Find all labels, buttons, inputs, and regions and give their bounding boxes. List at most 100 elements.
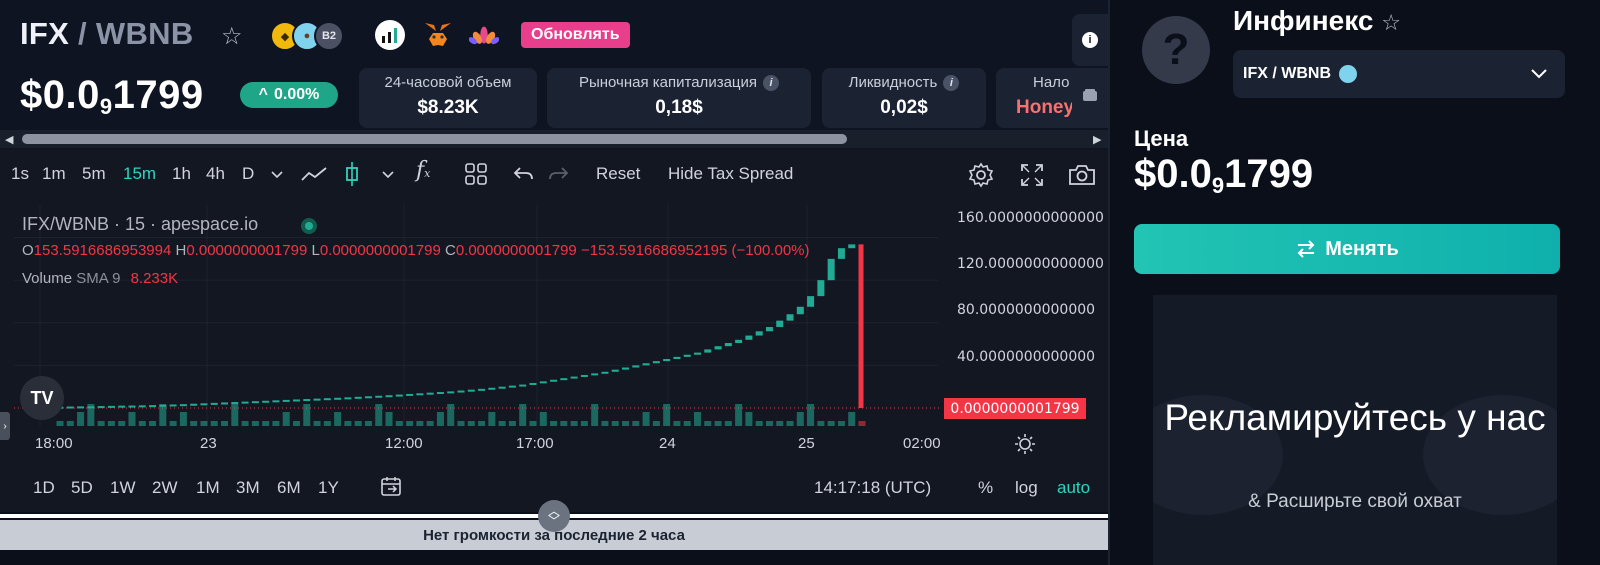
- volume-bar: [344, 421, 352, 426]
- camera-icon[interactable]: [1068, 163, 1096, 187]
- info-icon[interactable]: i: [763, 74, 780, 91]
- candle: [138, 405, 146, 408]
- range-1d[interactable]: 1D: [33, 478, 55, 498]
- auto-scale-toggle[interactable]: auto: [1057, 478, 1090, 498]
- volume-bar: [107, 421, 115, 426]
- volume-bar: [807, 404, 815, 426]
- line-chart-icon[interactable]: [300, 164, 328, 184]
- volume-bar: [128, 412, 136, 426]
- tradingview-logo-icon[interactable]: TV: [20, 376, 64, 420]
- log-scale-toggle[interactable]: log: [1015, 478, 1038, 498]
- chevron-down-icon[interactable]: [381, 169, 395, 179]
- sun-theme-icon[interactable]: [1014, 433, 1036, 455]
- settings-gear-icon[interactable]: [968, 162, 994, 188]
- wallet-panel-button[interactable]: [1072, 70, 1108, 120]
- interval-1h[interactable]: 1h: [172, 164, 191, 184]
- verified-chart-icon[interactable]: [375, 20, 405, 50]
- scroll-right-icon[interactable]: ▶: [1093, 133, 1101, 146]
- candle: [539, 381, 547, 384]
- volume-bar: [622, 421, 630, 426]
- swap-button[interactable]: Менять: [1134, 224, 1560, 274]
- interval-5m[interactable]: 5m: [82, 164, 106, 184]
- volume-bar: [282, 412, 290, 426]
- candle: [786, 314, 794, 321]
- volume-bar: [817, 421, 825, 426]
- favorite-star-icon[interactable]: ☆: [221, 22, 243, 51]
- percent-scale-toggle[interactable]: %: [978, 478, 993, 498]
- volume-bar: [87, 404, 95, 426]
- redo-icon[interactable]: [548, 164, 570, 184]
- fullscreen-icon[interactable]: [1020, 163, 1044, 187]
- pair-select-dropdown[interactable]: IFX / WBNB: [1233, 50, 1565, 98]
- interval-d[interactable]: D: [242, 164, 254, 184]
- go-to-date-icon[interactable]: [380, 476, 404, 498]
- reset-button[interactable]: Reset: [596, 164, 640, 184]
- info-panel-button[interactable]: i: [1072, 14, 1108, 66]
- candle: [200, 403, 208, 406]
- info-icon[interactable]: i: [943, 74, 960, 91]
- volume-bar: [66, 421, 74, 426]
- tradingview-chart[interactable]: 1s 1m 5m 15m 1h 4h D fx Reset Hide Tax S…: [0, 150, 1108, 512]
- candlestick-icon[interactable]: [342, 160, 362, 188]
- chart-section: IFX / WBNB ☆ ◆ ● B2 Обновлять $0.091799 …: [0, 0, 1108, 565]
- scrollbar-thumb[interactable]: [22, 134, 847, 144]
- expand-collapse-icon[interactable]: ︿ ﹀: [538, 500, 570, 532]
- x-tick: 23: [200, 435, 217, 452]
- range-3m[interactable]: 3M: [236, 478, 260, 498]
- candle: [272, 400, 280, 403]
- token-avatar: ?: [1142, 16, 1210, 84]
- candle: [107, 405, 115, 408]
- scroll-left-icon[interactable]: ◀: [5, 133, 13, 146]
- stat-liquidity: Ликвидность i 0,02$: [822, 68, 986, 128]
- range-1y[interactable]: 1Y: [318, 478, 339, 498]
- chevron-down-icon[interactable]: [270, 169, 284, 179]
- volume-bar: [303, 404, 311, 426]
- volume-bar: [231, 404, 239, 426]
- info-icon: i: [1082, 32, 1098, 48]
- x-tick: 17:00: [516, 435, 554, 452]
- b2-badge: B2: [314, 21, 344, 51]
- stat-market-cap: Рыночная капитализация i 0,18$: [547, 68, 811, 128]
- advertise-banner[interactable]: Рекламируйтесь у нас & Расширьте свой ох…: [1153, 295, 1557, 565]
- interval-15m[interactable]: 15m: [123, 164, 156, 184]
- update-button[interactable]: Обновлять: [521, 22, 630, 48]
- chart-canvas[interactable]: [0, 150, 1108, 512]
- x-tick: 12:00: [385, 435, 423, 452]
- candle: [149, 405, 157, 408]
- wallet-icon: [1083, 89, 1097, 101]
- undo-icon[interactable]: [512, 164, 534, 184]
- favorite-star-icon[interactable]: ☆: [1381, 10, 1401, 35]
- layout-grid-icon[interactable]: [465, 163, 487, 185]
- range-2w[interactable]: 2W: [152, 478, 178, 498]
- range-1m[interactable]: 1M: [196, 478, 220, 498]
- candle: [560, 378, 568, 381]
- volume-bar: [375, 404, 383, 426]
- left-panel-toggle-icon[interactable]: ›: [0, 412, 10, 440]
- range-1w[interactable]: 1W: [110, 478, 136, 498]
- candle: [745, 335, 753, 340]
- interval-4h[interactable]: 4h: [206, 164, 225, 184]
- volume-bar: [478, 421, 486, 426]
- range-6m[interactable]: 6M: [277, 478, 301, 498]
- metamask-icon[interactable]: [423, 20, 453, 50]
- candle: [77, 406, 85, 409]
- interval-1s[interactable]: 1s: [11, 164, 29, 184]
- candle: [807, 296, 815, 307]
- volume-bar: [97, 421, 105, 426]
- exchange-badges: ◆ ● B2: [270, 20, 344, 52]
- pair-header: IFX / WBNB ☆ ◆ ● B2 Обновлять $0.091799 …: [0, 0, 1108, 132]
- candle: [796, 306, 804, 315]
- utc-clock[interactable]: 14:17:18 (UTC): [814, 478, 931, 498]
- lotus-icon[interactable]: [469, 20, 499, 50]
- volume-bar: [642, 412, 650, 426]
- candle: [508, 385, 516, 388]
- volume-bar: [426, 421, 434, 426]
- horizontal-scrollbar[interactable]: ◀ ▶: [0, 130, 1108, 148]
- interval-1m[interactable]: 1m: [42, 164, 66, 184]
- indicators-fx-icon[interactable]: fx: [416, 158, 430, 183]
- volume-bar: [190, 421, 198, 426]
- range-5d[interactable]: 5D: [71, 478, 93, 498]
- candle: [416, 393, 424, 396]
- hide-tax-spread-button[interactable]: Hide Tax Spread: [668, 164, 793, 184]
- x-tick: 02:00: [903, 435, 941, 452]
